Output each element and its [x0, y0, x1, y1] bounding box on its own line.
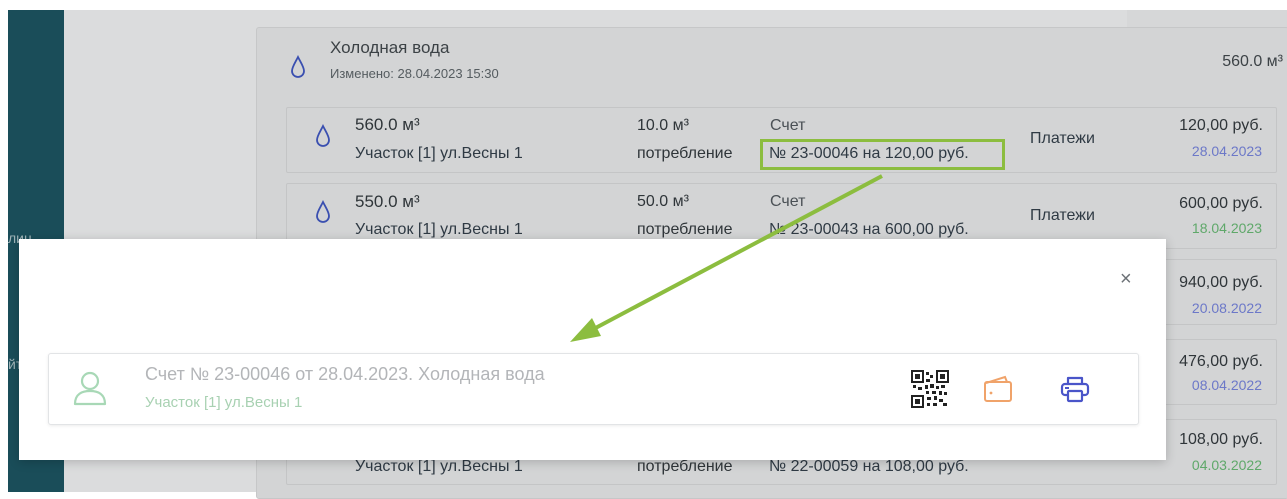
consumption-value: 10.0 м³	[637, 117, 689, 134]
reading-volume: 560.0 м³	[355, 115, 420, 134]
consumption-label: потребление	[637, 221, 733, 238]
amount: 108,00 руб.	[1179, 431, 1263, 448]
invoice-card-address: Участок [1] ул.Весны 1	[145, 394, 303, 411]
date: 28.04.2023	[1191, 143, 1262, 159]
date: 04.03.2022	[1191, 457, 1262, 473]
payments-link[interactable]: Платежи	[1030, 207, 1095, 225]
invoice-modal	[19, 239, 1166, 460]
qr-code-icon[interactable]	[911, 370, 949, 408]
reading-address[interactable]: Участок [1] ул.Весны 1	[355, 145, 523, 163]
wallet-icon[interactable]	[983, 375, 1013, 403]
date: 18.04.2023	[1191, 220, 1262, 236]
amount: 120,00 руб.	[1179, 117, 1263, 134]
date: 08.04.2022	[1191, 377, 1262, 393]
amount: 940,00 руб.	[1179, 274, 1263, 291]
group-title: Холодная вода	[330, 38, 450, 57]
invoice-label: Счет	[770, 117, 806, 134]
invoice-link[interactable]: № 22-00059 на 108,00 руб.	[769, 458, 969, 476]
invoice-card-title: Счет № 23-00046 от 28.04.2023. Холодная …	[145, 364, 545, 384]
water-drop-icon	[316, 200, 330, 223]
amount: 600,00 руб.	[1179, 195, 1263, 212]
close-button[interactable]: ×	[1120, 268, 1132, 291]
reading-volume: 550.0 м³	[355, 192, 420, 211]
payments-link[interactable]: Платежи	[1030, 130, 1095, 148]
group-total: 560.0 м³	[1222, 53, 1283, 70]
consumption-label: потребление	[637, 145, 733, 162]
reading-address[interactable]: Участок [1] ул.Весны 1	[355, 221, 523, 239]
amount: 476,00 руб.	[1179, 353, 1263, 370]
consumption-label: потребление	[637, 458, 733, 475]
invoice-label: Счет	[770, 193, 806, 210]
printer-icon[interactable]	[1060, 375, 1090, 403]
water-drop-icon	[291, 55, 305, 78]
date: 20.08.2022	[1191, 300, 1262, 316]
invoice-link[interactable]: № 23-00043 на 600,00 руб.	[769, 221, 969, 239]
group-changed: Изменено: 28.04.2023 15:30	[330, 66, 499, 81]
water-drop-icon	[316, 124, 330, 147]
invoice-highlight-box	[760, 139, 1005, 170]
consumption-value: 50.0 м³	[637, 193, 689, 210]
reading-address[interactable]: Участок [1] ул.Весны 1	[355, 458, 523, 476]
user-icon	[73, 371, 107, 406]
